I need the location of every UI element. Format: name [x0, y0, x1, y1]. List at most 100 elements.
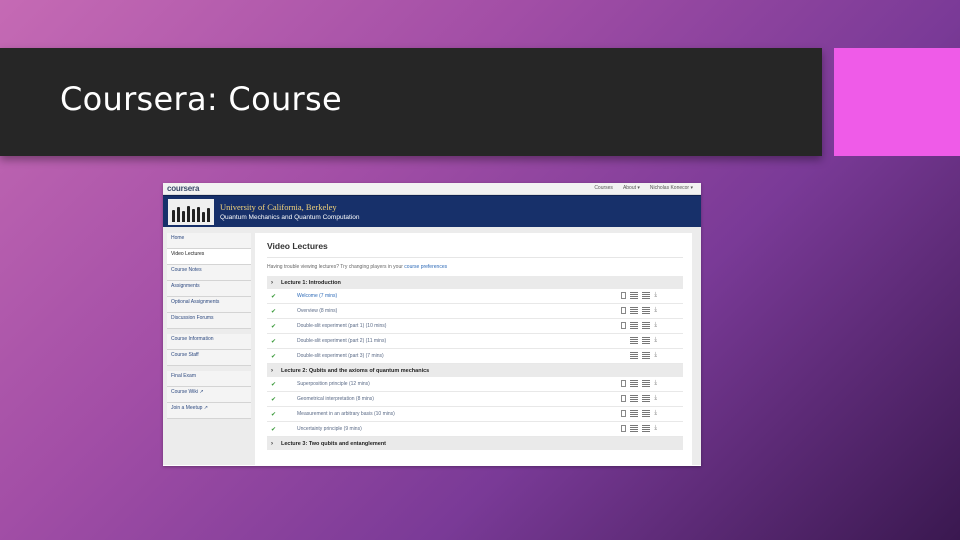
university-name: University of California, Berkeley: [220, 202, 337, 212]
download-icon[interactable]: ⤓: [654, 292, 657, 299]
subtitles-icon[interactable]: [630, 425, 639, 432]
transcript-icon[interactable]: [642, 380, 651, 387]
lecture-title: Lecture 3: Two qubits and entanglement: [281, 440, 387, 447]
sidebar-item[interactable]: Assignments: [167, 281, 251, 297]
document-icon[interactable]: [621, 395, 627, 402]
lecture-header[interactable]: › Lecture 2: Qubits and the axioms of qua…: [267, 364, 683, 377]
chevron-right-icon: ›: [271, 279, 273, 286]
transcript-icon[interactable]: [642, 410, 651, 417]
transcript-icon[interactable]: [642, 292, 651, 299]
sidebar-item[interactable]: Video Lectures: [167, 249, 251, 265]
download-icon[interactable]: ⤓: [654, 395, 657, 402]
video-title-link[interactable]: Overview (8 mins): [297, 308, 337, 314]
course-preferences-link[interactable]: course preferences: [404, 264, 447, 270]
top-nav-links: Courses About ▾ Nicholas Konecor ▾: [594, 185, 693, 191]
nav-courses[interactable]: Courses: [594, 185, 613, 191]
nav-about[interactable]: About ▾: [623, 185, 640, 191]
download-icon[interactable]: ⤓: [654, 410, 657, 417]
video-row: ✔ Double-slit experiment (part 2) (11 min…: [267, 334, 683, 349]
sidebar-item[interactable]: Course Information: [167, 334, 251, 350]
document-icon[interactable]: [621, 292, 627, 299]
video-title-link[interactable]: Double-slit experiment (part 1) (10 mins…: [297, 323, 386, 329]
document-icon[interactable]: [621, 425, 627, 432]
check-icon: ✔: [271, 396, 277, 403]
sidebar-item[interactable]: Final Exam: [167, 371, 251, 387]
nav-user-menu[interactable]: Nicholas Konecor ▾: [650, 185, 693, 191]
download-icon[interactable]: ⤓: [654, 307, 657, 314]
accent-block: [834, 48, 960, 156]
transcript-icon[interactable]: [642, 425, 651, 432]
check-icon: ✔: [271, 411, 277, 418]
video-row: ✔ Welcome (7 mins) ⤓: [267, 289, 683, 304]
lecture-list: › Lecture 1: Introduction ✔ Welcome (7 mins…: [267, 276, 683, 450]
video-title-link[interactable]: Geometrical interpretation (8 mins): [297, 396, 374, 402]
top-nav: coursera Courses About ▾ Nicholas Koneco…: [163, 183, 701, 195]
sidebar-item[interactable]: Home: [167, 233, 251, 249]
sidebar-item[interactable]: Course Staff: [167, 350, 251, 366]
coursera-logo[interactable]: coursera: [167, 184, 199, 193]
coursera-screenshot: coursera Courses About ▾ Nicholas Koneco…: [163, 183, 701, 466]
subtitles-icon[interactable]: [630, 395, 639, 402]
main-content: Video Lectures Having trouble viewing le…: [255, 233, 695, 465]
video-title-link[interactable]: Double-slit experiment (part 2) (11 mins…: [297, 338, 386, 344]
download-icon[interactable]: ⤓: [654, 425, 657, 432]
transcript-icon[interactable]: [642, 337, 651, 344]
video-row: ✔ Uncertainty principle (9 mins) ⤓: [267, 422, 683, 437]
transcript-icon[interactable]: [642, 352, 651, 359]
check-icon: ✔: [271, 323, 277, 330]
video-title-link[interactable]: Measurement in an arbitrary basis (10 mi…: [297, 411, 395, 417]
course-banner: University of California, Berkeley Quant…: [163, 195, 701, 227]
scrollbar[interactable]: [692, 233, 695, 465]
document-icon[interactable]: [621, 380, 627, 387]
subtitles-icon[interactable]: [630, 352, 639, 359]
subtitles-icon[interactable]: [630, 337, 639, 344]
lecture-title: Lecture 2: Qubits and the axioms of quan…: [281, 367, 430, 374]
sidebar-item[interactable]: Course Wiki ↗: [167, 387, 251, 403]
university-logo-image: [168, 198, 214, 225]
video-row: ✔ Superposition principle (12 mins) ⤓: [267, 377, 683, 392]
player-hint: Having trouble viewing lectures? Try cha…: [267, 264, 448, 270]
document-icon[interactable]: [621, 307, 627, 314]
video-title-link[interactable]: Uncertainty principle (9 mins): [297, 426, 362, 432]
subtitles-icon[interactable]: [630, 410, 639, 417]
subtitles-icon[interactable]: [630, 292, 639, 299]
check-icon: ✔: [271, 293, 277, 300]
check-icon: ✔: [271, 381, 277, 388]
sidebar-item[interactable]: Discussion Forums: [167, 313, 251, 329]
transcript-icon[interactable]: [642, 322, 651, 329]
subtitles-icon[interactable]: [630, 307, 639, 314]
course-sidebar: Home Video Lectures Course Notes Assignment…: [163, 227, 255, 465]
download-icon[interactable]: ⤓: [654, 352, 657, 359]
check-icon: ✔: [271, 338, 277, 345]
video-row: ✔ Overview (8 mins) ⤓: [267, 304, 683, 319]
download-icon[interactable]: ⤓: [654, 337, 657, 344]
subtitles-icon[interactable]: [630, 322, 639, 329]
download-icon[interactable]: ⤓: [654, 380, 657, 387]
document-icon[interactable]: [621, 410, 627, 417]
download-icon[interactable]: ⤓: [654, 322, 657, 329]
subtitles-icon[interactable]: [630, 380, 639, 387]
video-title-link[interactable]: Welcome (7 mins): [297, 293, 337, 299]
video-row: ✔ Double-slit experiment (part 1) (10 min…: [267, 319, 683, 334]
lecture-title: Lecture 1: Introduction: [281, 279, 341, 286]
video-row: ✔ Double-slit experiment (part 3) (7 mins…: [267, 349, 683, 364]
video-title-link[interactable]: Double-slit experiment (part 3) (7 mins): [297, 353, 384, 359]
check-icon: ✔: [271, 353, 277, 360]
lecture-header[interactable]: › Lecture 3: Two qubits and entanglement: [267, 437, 683, 450]
chevron-right-icon: ›: [271, 440, 273, 447]
video-title-link[interactable]: Superposition principle (12 mins): [297, 381, 370, 387]
slide-title-bar: Coursera: Course: [0, 48, 822, 156]
transcript-icon[interactable]: [642, 395, 651, 402]
video-row: ✔ Geometrical interpretation (8 mins) ⤓: [267, 392, 683, 407]
course-name: Quantum Mechanics and Quantum Computatio…: [220, 214, 360, 221]
check-icon: ✔: [271, 426, 277, 433]
lecture-header[interactable]: › Lecture 1: Introduction: [267, 276, 683, 289]
slide-title: Coursera: Course: [60, 80, 342, 118]
sidebar-item[interactable]: Join a Meetup ↗: [167, 403, 251, 419]
sidebar-item[interactable]: Course Notes: [167, 265, 251, 281]
document-icon[interactable]: [621, 322, 627, 329]
transcript-icon[interactable]: [642, 307, 651, 314]
sidebar-item[interactable]: Optional Assignments: [167, 297, 251, 313]
page-heading: Video Lectures: [267, 241, 683, 258]
video-row: ✔ Measurement in an arbitrary basis (10 m…: [267, 407, 683, 422]
